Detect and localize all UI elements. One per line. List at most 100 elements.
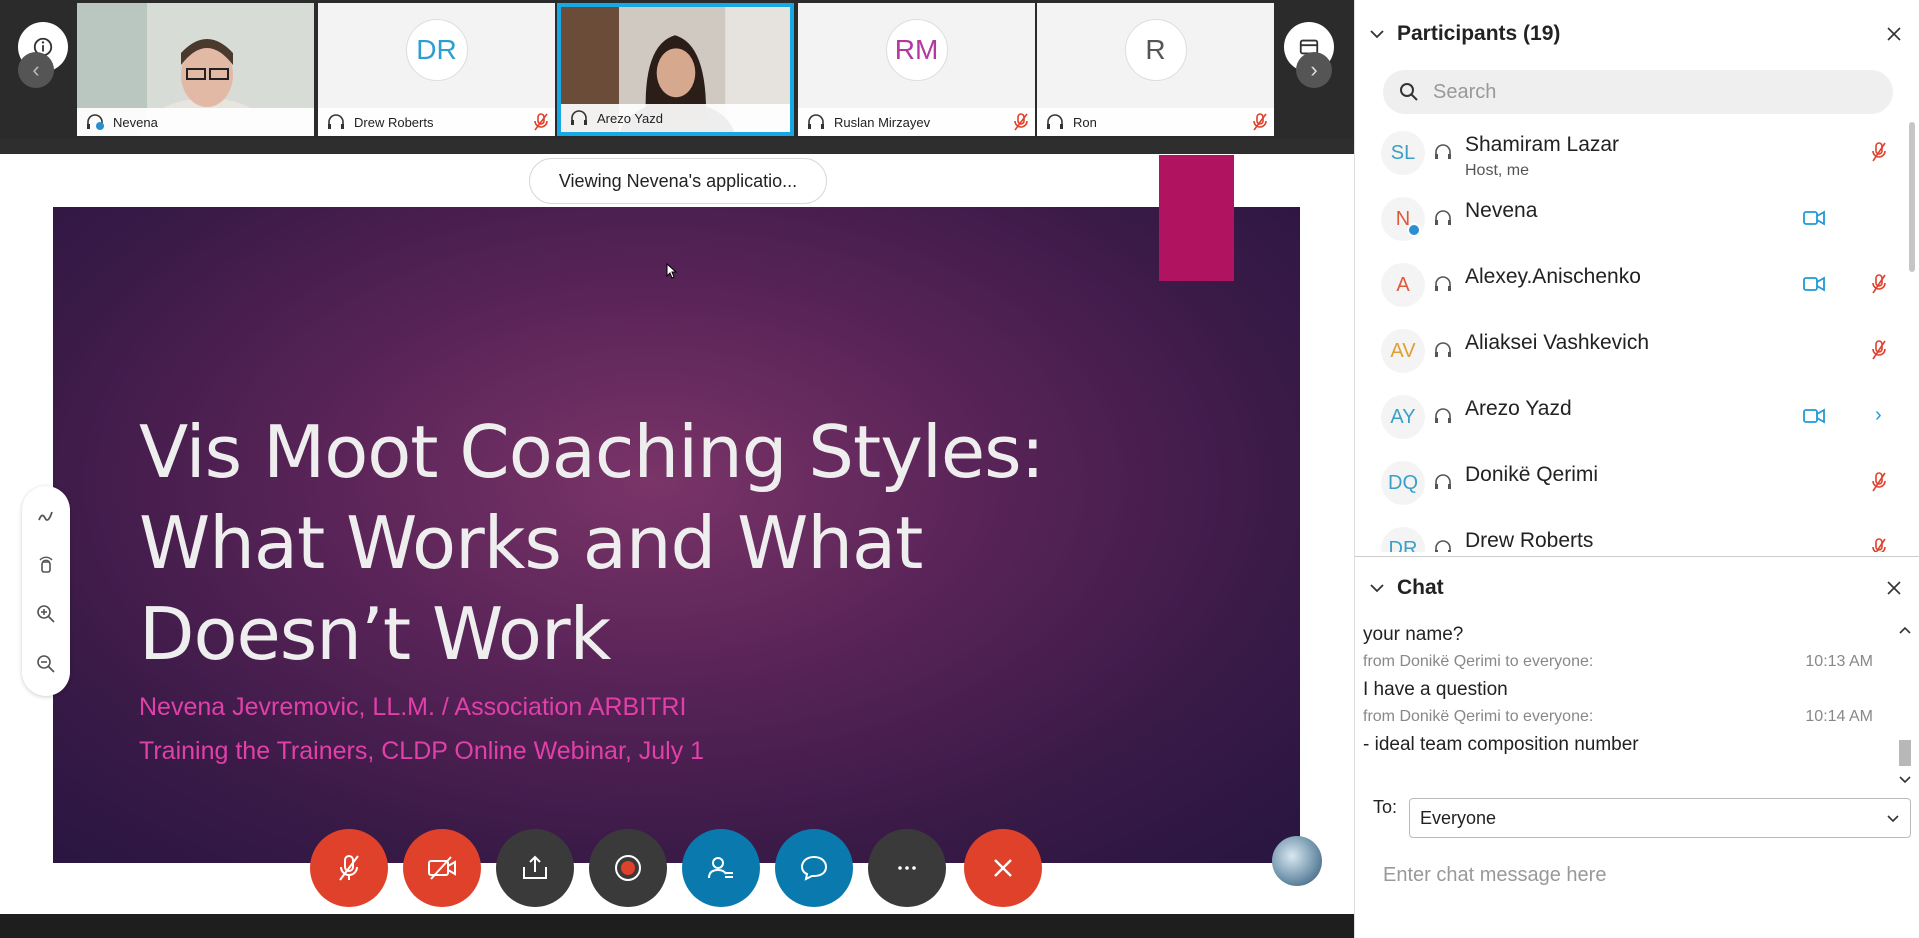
video-tile[interactable]: RM Ruslan Mirzayev [798, 3, 1035, 136]
chat-message-text: your name? [1363, 624, 1464, 645]
divider [1355, 556, 1919, 557]
headset-icon [808, 114, 824, 129]
slide-title-line: Vis Moot Coaching Styles: [139, 410, 1045, 494]
tile-name: Drew Roberts [354, 114, 434, 130]
participant-row[interactable]: SL Shamiram Lazar Host, me [1355, 120, 1905, 186]
video-tile[interactable]: Nevena [77, 3, 314, 136]
unmute-button[interactable] [310, 829, 388, 907]
avatar: AY [1381, 395, 1425, 439]
chat-message-text: I have a question [1363, 679, 1508, 700]
headset-icon [1435, 210, 1451, 225]
slide-title-line: What Works and What [139, 501, 923, 585]
slide-accent-bar [1159, 155, 1234, 281]
chat-messages: your name? from Donikë Qerimi to everyon… [1355, 620, 1895, 795]
more-options-button[interactable] [868, 829, 946, 907]
loading-indicator-icon [1272, 836, 1322, 886]
participants-header[interactable]: Participants (19) [1355, 6, 1919, 62]
zoom-out-icon[interactable] [36, 654, 56, 674]
headset-icon [328, 114, 344, 129]
remote-control-icon[interactable] [36, 554, 56, 574]
to-label: To: [1373, 797, 1398, 817]
search-placeholder: Search [1433, 80, 1497, 103]
chat-sender: from Donikë Qerimi to everyone: [1363, 708, 1594, 725]
headset-icon [1435, 342, 1451, 357]
chat-message-meta: from Donikë Qerimi to everyone: 10:14 AM [1363, 708, 1873, 726]
headset-icon [571, 110, 587, 125]
participant-row[interactable]: AV Aliaksei Vashkevich [1355, 318, 1905, 384]
chat-timestamp: 10:13 AM [1805, 653, 1873, 670]
previous-page-button[interactable]: ‹ [18, 52, 54, 88]
chat-header[interactable]: Chat [1355, 560, 1919, 616]
headset-icon [1435, 474, 1451, 489]
participant-row[interactable]: DQ Donikë Qerimi [1355, 450, 1905, 516]
avatar: DQ [1381, 461, 1425, 505]
participant-name: Alexey.Anischenko [1465, 265, 1641, 288]
muted-mic-icon [1872, 340, 1886, 360]
record-button[interactable] [589, 829, 667, 907]
more-icon [898, 866, 916, 870]
chat-bubble-icon [800, 855, 828, 881]
muted-mic-icon [339, 855, 359, 881]
headset-icon [1047, 114, 1063, 129]
tile-namebar: Ron [1037, 108, 1274, 136]
muted-mic-icon [534, 113, 548, 131]
mouse-cursor-icon [666, 263, 678, 279]
chevron-down-icon[interactable] [1898, 772, 1912, 786]
participant-row[interactable]: AY Arezo Yazd › [1355, 384, 1905, 450]
chat-timestamp: 10:14 AM [1805, 708, 1873, 725]
participants-button[interactable] [682, 829, 760, 907]
speaking-indicator-icon: › [1875, 404, 1882, 426]
shared-slide: Vis Moot Coaching Styles: What Works and… [53, 207, 1300, 863]
recipient-value: Everyone [1420, 807, 1497, 828]
muted-mic-icon [1872, 142, 1886, 162]
participant-row[interactable]: N Nevena [1355, 186, 1905, 252]
tile-namebar: Ruslan Mirzayev [798, 108, 1035, 136]
participants-icon [708, 857, 733, 879]
participant-list-scrollbar[interactable] [1909, 122, 1915, 272]
leave-meeting-button[interactable] [964, 829, 1042, 907]
chevron-up-icon[interactable] [1898, 624, 1912, 638]
video-tile[interactable]: R Ron [1037, 3, 1274, 136]
chat-message-input[interactable]: Enter chat message here [1383, 857, 1903, 893]
chat-button[interactable] [775, 829, 853, 907]
presenter-badge-icon [1407, 223, 1421, 237]
participant-name: Aliaksei Vashkevich [1465, 331, 1650, 354]
video-tile[interactable]: DR Drew Roberts [318, 3, 555, 136]
close-icon[interactable] [1886, 26, 1902, 42]
participant-row[interactable]: A Alexey.Anischenko [1355, 252, 1905, 318]
chat-scrollbar[interactable] [1895, 622, 1913, 790]
video-off-icon [428, 856, 456, 880]
participant-row[interactable]: DR Drew Roberts [1355, 516, 1905, 552]
participant-name: Donikë Qerimi [1465, 463, 1599, 486]
chevron-down-icon [1370, 584, 1384, 593]
meeting-controls [310, 829, 1044, 909]
start-video-button[interactable] [403, 829, 481, 907]
share-status-banner[interactable]: Viewing Nevena's applicatio... [529, 158, 827, 204]
participant-list: SL Shamiram Lazar Host, me N Nevena A Alexey.A… [1355, 120, 1905, 552]
share-button[interactable] [496, 829, 574, 907]
zoom-in-icon[interactable] [36, 604, 56, 624]
chat-message-meta: from Donikë Qerimi to everyone: 10:13 AM [1363, 653, 1873, 671]
filmstrip-border [0, 138, 1354, 154]
video-tile-active[interactable]: Arezo Yazd [557, 3, 794, 136]
tile-namebar: Nevena [77, 108, 314, 136]
participant-search-input[interactable]: Search [1383, 70, 1893, 114]
muted-mic-icon [1872, 472, 1886, 492]
participant-name: Nevena [1465, 199, 1538, 222]
participant-name: Shamiram Lazar [1465, 133, 1620, 156]
participant-role: Host, me [1465, 162, 1530, 179]
muted-mic-icon [1872, 538, 1886, 552]
chat-message-text: - ideal team composition number [1363, 734, 1639, 755]
close-icon[interactable] [1886, 580, 1902, 596]
share-icon [523, 855, 547, 879]
scrollbar-thumb[interactable] [1899, 740, 1911, 766]
chevron-down-icon [1370, 30, 1384, 39]
headset-icon [1435, 408, 1451, 423]
pen-icon[interactable] [36, 506, 56, 526]
slide-subtitle: Nevena Jevremovic, LL.M. / Association A… [139, 693, 687, 721]
next-page-button[interactable]: › [1296, 52, 1332, 88]
slide-title-line: Doesn’t Work [139, 592, 611, 676]
headset-icon [1435, 144, 1451, 159]
recipient-select[interactable]: Everyone [1409, 798, 1911, 838]
participant-name: Arezo Yazd [1465, 397, 1572, 420]
